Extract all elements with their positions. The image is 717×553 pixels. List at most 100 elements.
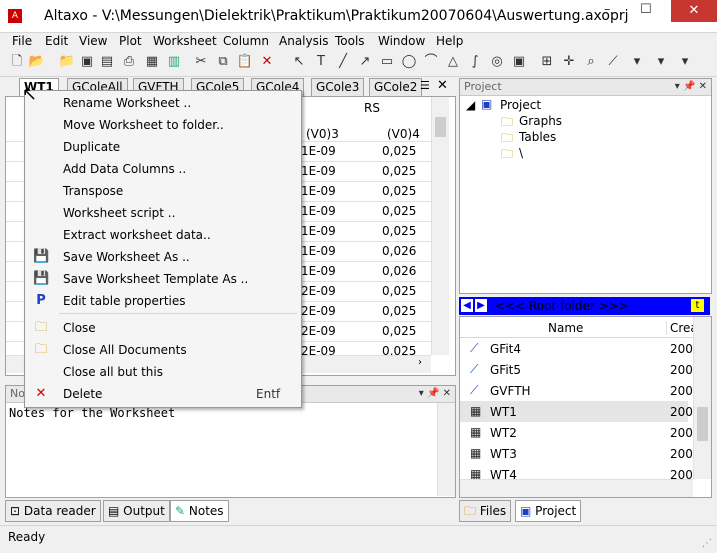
menu-edit[interactable]: Edit	[45, 34, 68, 48]
menu-analysis[interactable]: Analysis	[279, 34, 328, 48]
back-arrow-icon[interactable]: ◀	[461, 299, 473, 312]
folder-up-icon[interactable]: t	[691, 299, 704, 312]
save-all-icon[interactable]: ▤	[98, 53, 116, 71]
list-horizontal-scrollbar[interactable]	[460, 479, 693, 497]
context-menu-item[interactable]: Rename Worksheet ..	[25, 92, 301, 114]
open-icon[interactable]: 📂	[28, 53, 46, 71]
zoom-icon[interactable]: ⊞	[538, 53, 556, 71]
grid-cell[interactable]: 0,025	[382, 204, 416, 218]
grid-cell[interactable]: 2E-09	[301, 284, 336, 298]
delete-icon[interactable]: ✕	[258, 53, 276, 71]
panel-header-buttons[interactable]: ▾ 📌 ✕	[675, 79, 707, 95]
grid-cell[interactable]: 0,025	[382, 284, 416, 298]
tree-item-tables[interactable]: Tables	[519, 130, 556, 144]
context-menu-item[interactable]: Worksheet script ..	[25, 202, 301, 224]
menu-view[interactable]: View	[79, 34, 107, 48]
magnifier-icon[interactable]: ⌕	[582, 53, 600, 71]
copy-icon[interactable]: ⧉	[214, 53, 232, 71]
tree-item-project[interactable]: Project	[500, 98, 541, 112]
altaxo-icon[interactable]: A	[8, 9, 22, 23]
context-menu-item[interactable]: Extract worksheet data..	[25, 224, 301, 246]
grid-cell[interactable]: 1E-09	[301, 184, 336, 198]
menu-worksheet[interactable]: Worksheet	[153, 34, 217, 48]
column-header-name[interactable]: Name	[548, 321, 583, 335]
ellipse-icon[interactable]: ◯	[400, 53, 418, 71]
tab-files[interactable]: 🗀 Files	[459, 500, 512, 522]
column-header-3[interactable]: (V0)3	[306, 127, 339, 141]
worksheet-icon[interactable]: ▦	[143, 53, 161, 71]
grid-cell[interactable]: 1E-09	[301, 244, 336, 258]
save-icon[interactable]: ▣	[78, 53, 96, 71]
line-icon[interactable]: ╱	[334, 53, 352, 71]
grid-cell[interactable]: 2E-09	[301, 324, 336, 338]
maximize-button[interactable]: ☐	[640, 2, 652, 17]
list-vertical-scrollbar[interactable]	[693, 317, 711, 479]
list-item[interactable]: ⟋ GVFTH 200	[460, 380, 693, 401]
context-menu-item[interactable]: 💾 Save Worksheet Template As ..	[25, 268, 301, 290]
list-item[interactable]: ▦ WT1 200	[460, 401, 693, 422]
list-item[interactable]: ⟋ GFit5 200	[460, 359, 693, 380]
curve-icon[interactable]: ∫	[466, 53, 484, 71]
grid-cell[interactable]: 0,025	[382, 144, 416, 158]
tab-output[interactable]: ▤ Output	[103, 500, 170, 522]
list-item[interactable]: ⟋ GFit4 200	[460, 338, 693, 359]
grid-cell[interactable]: 2E-09	[301, 304, 336, 318]
image-icon[interactable]: ▣	[510, 53, 528, 71]
menu-column[interactable]: Column	[223, 34, 269, 48]
datareader-icon[interactable]: ⟋	[604, 53, 622, 71]
column-header-4[interactable]: (V0)4	[387, 127, 420, 141]
minimize-button[interactable]: –	[604, 2, 611, 17]
context-menu-item[interactable]: ✕ Delete Entf	[25, 383, 301, 405]
tab-gcole2[interactable]: GCole2	[369, 78, 423, 96]
context-menu-item[interactable]: 🗀 Close	[25, 317, 301, 339]
text-icon[interactable]: T	[312, 53, 330, 71]
list-item[interactable]: ▦ WT2 200	[460, 422, 693, 443]
menu-plot[interactable]: Plot	[119, 34, 142, 48]
cut-icon[interactable]: ✂	[192, 53, 210, 71]
tab-list-icon[interactable]: ☰	[420, 79, 430, 92]
menu-help[interactable]: Help	[436, 34, 463, 48]
grid-vertical-scrollbar[interactable]	[431, 97, 449, 355]
tab-gcole3[interactable]: GCole3	[311, 78, 365, 96]
grid-cell[interactable]: 0,025	[382, 304, 416, 318]
crosshair-icon[interactable]: ✛	[560, 53, 578, 71]
arrow-icon[interactable]: ↗	[356, 53, 374, 71]
context-menu-item[interactable]: 💾 Save Worksheet As ..	[25, 246, 301, 268]
list-item[interactable]: ▦ WT3 200	[460, 443, 693, 464]
forward-arrow-icon[interactable]: ▶	[475, 299, 487, 312]
tree-item-root[interactable]: \	[519, 146, 523, 160]
open-folder-icon[interactable]: 📁	[58, 53, 76, 71]
grid-cell[interactable]: 0,026	[382, 244, 416, 258]
tab-project[interactable]: ▣ Project	[515, 500, 582, 522]
triangle-icon[interactable]: △	[444, 53, 462, 71]
context-menu-item[interactable]: Move Worksheet to folder..	[25, 114, 301, 136]
grid-cell[interactable]: 1E-09	[301, 204, 336, 218]
grid-cell[interactable]: 1E-09	[301, 264, 336, 278]
context-menu-item[interactable]: Close all but this	[25, 361, 301, 383]
menu-tools[interactable]: Tools	[335, 34, 365, 48]
polygon-icon[interactable]: ⌒	[422, 53, 440, 71]
close-button[interactable]: ✕	[671, 0, 717, 22]
dropdown2-icon[interactable]: ▾	[652, 53, 670, 71]
grid-cell[interactable]: 0,025	[382, 164, 416, 178]
menu-window[interactable]: Window	[378, 34, 425, 48]
tree-item-graphs[interactable]: Graphs	[519, 114, 562, 128]
grid-cell[interactable]: 0,025	[382, 224, 416, 238]
pointer-icon[interactable]: ↖	[290, 53, 308, 71]
context-menu-item[interactable]: Transpose	[25, 180, 301, 202]
rectangle-icon[interactable]: ▭	[378, 53, 396, 71]
context-menu-item[interactable]: 🗀 Close All Documents	[25, 339, 301, 361]
context-menu-item[interactable]: P Edit table properties	[25, 290, 301, 312]
resize-grip-icon[interactable]: ⋰	[702, 538, 712, 549]
tab-data-reader[interactable]: ⊡ Data reader	[5, 500, 101, 522]
dropdown-icon[interactable]: ▾	[628, 53, 646, 71]
menu-file[interactable]: File	[12, 34, 32, 48]
tree-expand-icon[interactable]: ◢	[466, 98, 475, 112]
notes-scrollbar[interactable]	[437, 403, 455, 496]
grid-cell[interactable]: 1E-09	[301, 164, 336, 178]
paste-icon[interactable]: 📋	[236, 53, 254, 71]
graph-icon[interactable]: ▥	[165, 53, 183, 71]
grid-cell[interactable]: 0,025	[382, 324, 416, 338]
dropdown3-icon[interactable]: ▾	[676, 53, 694, 71]
grid-cell[interactable]: 1E-09	[301, 144, 336, 158]
